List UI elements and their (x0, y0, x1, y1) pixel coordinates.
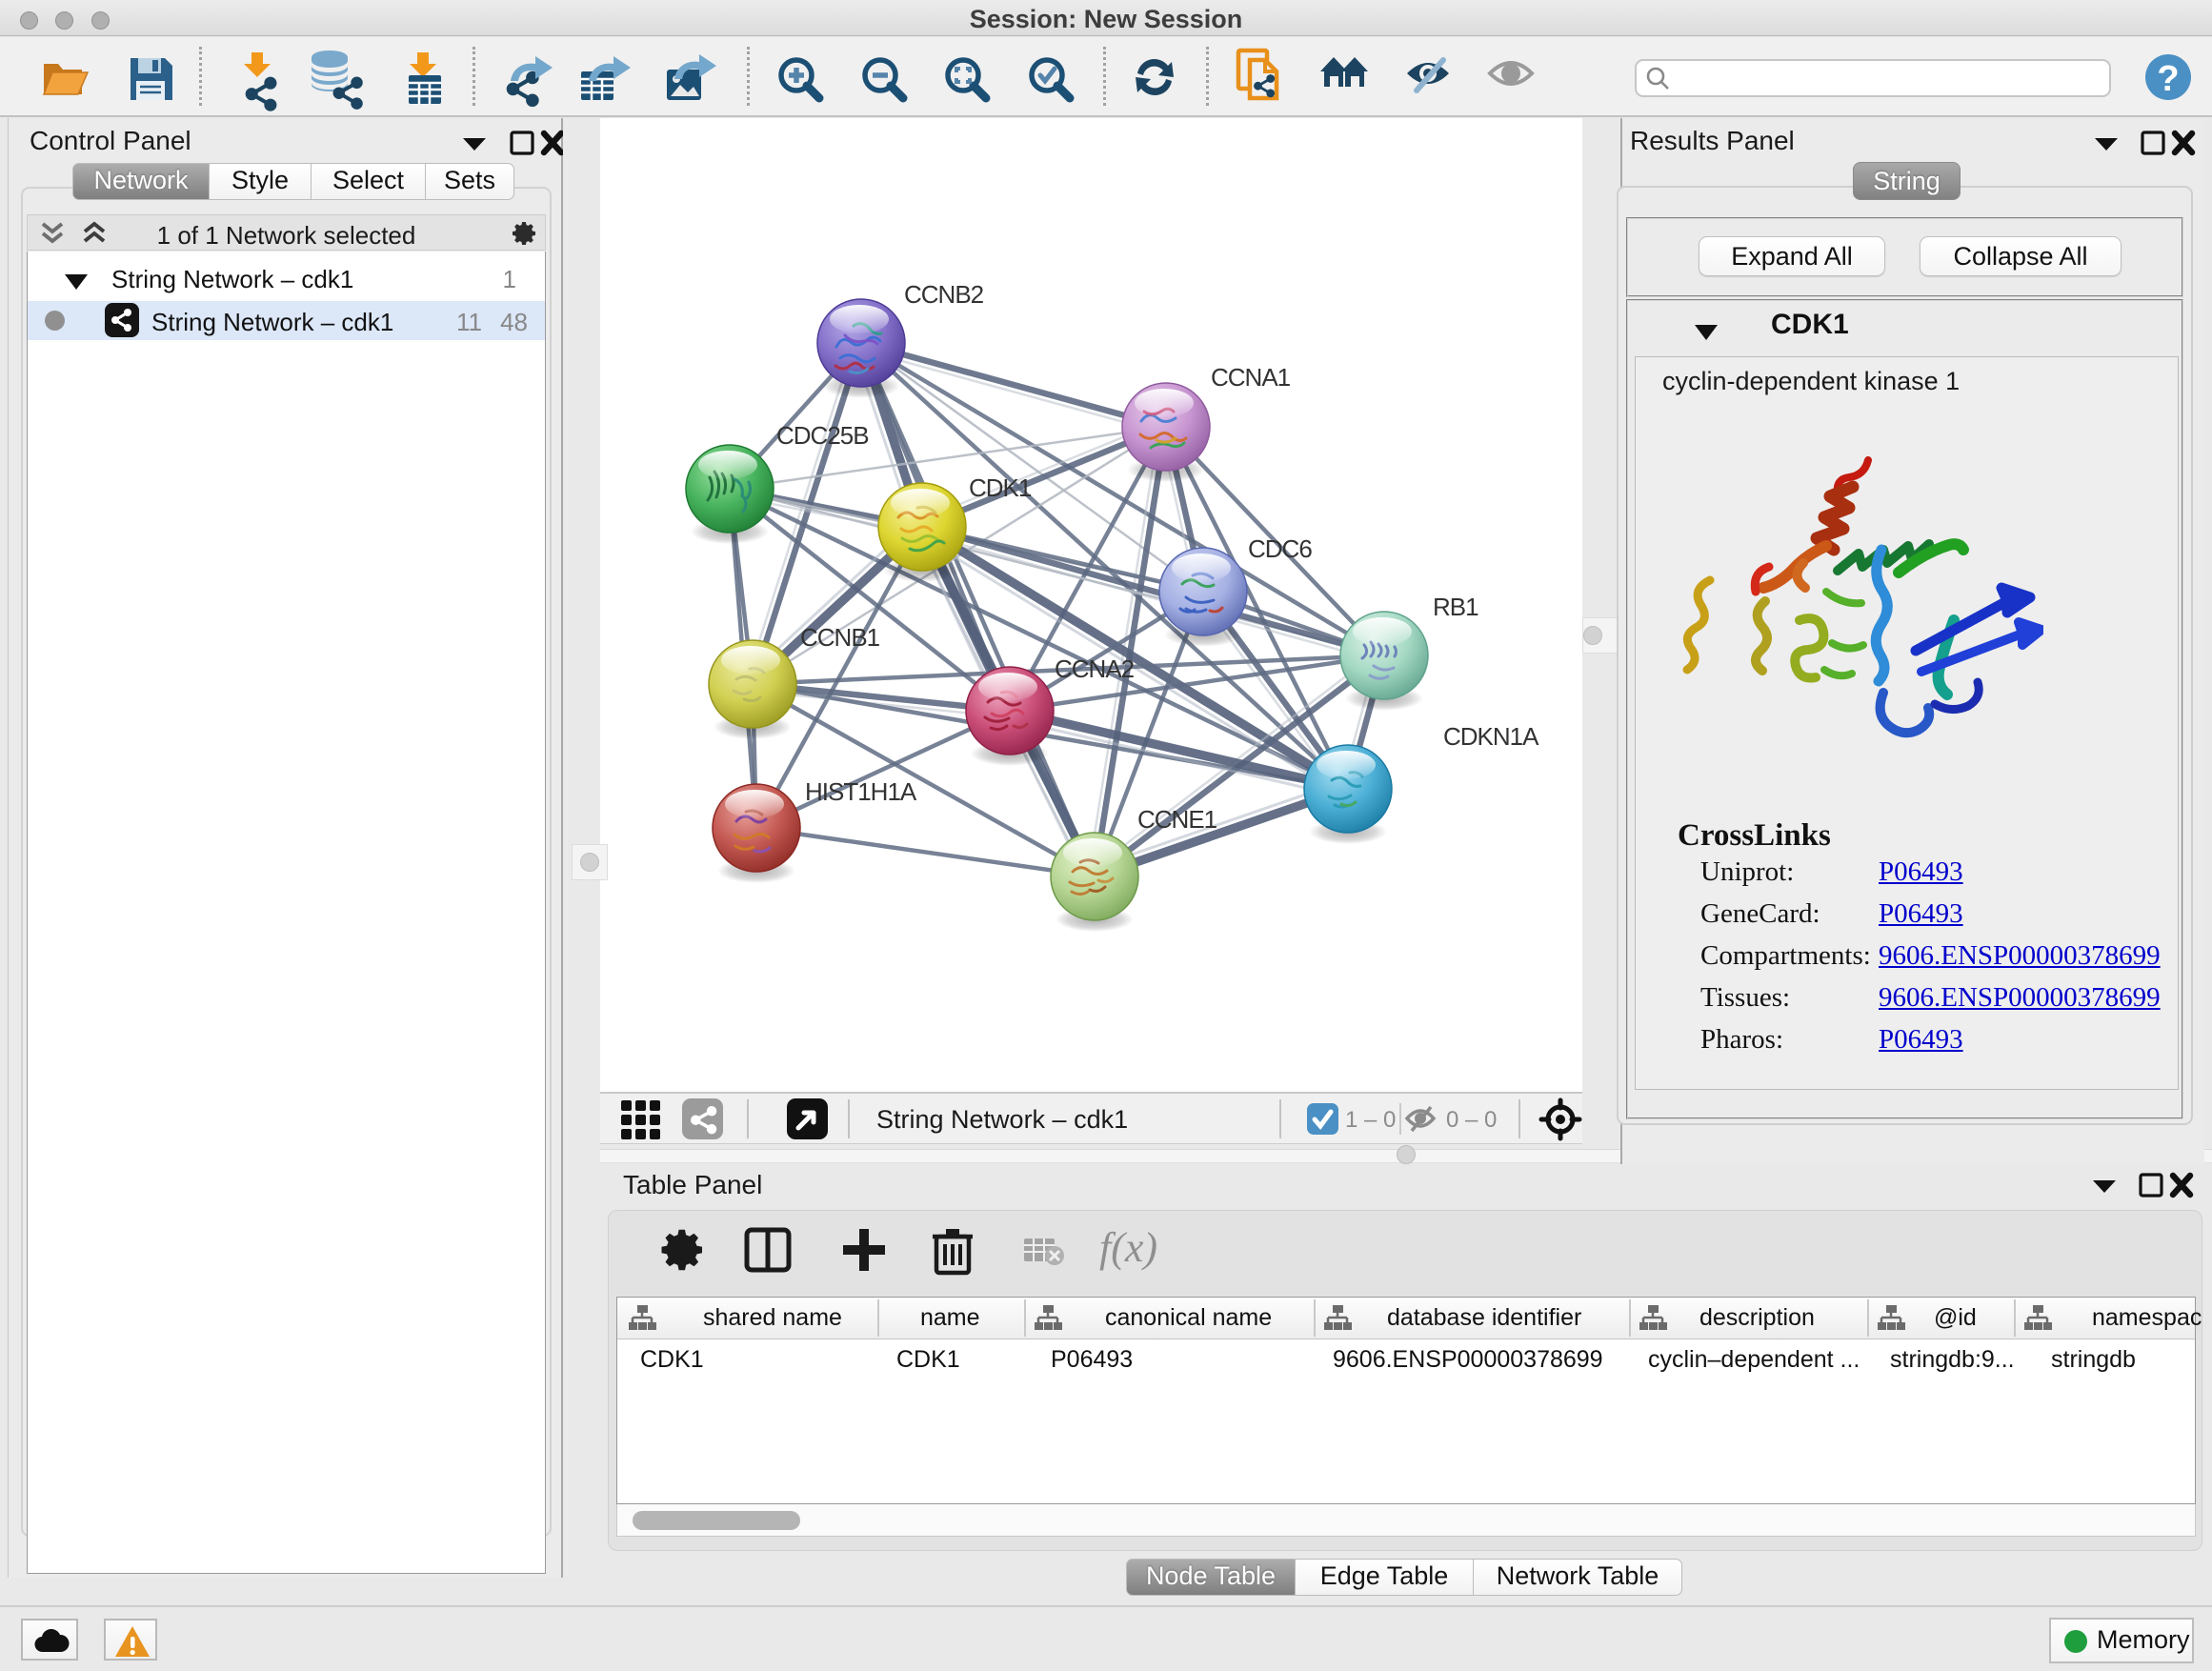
svg-text:CDC25B: CDC25B (776, 421, 869, 450)
svg-text:RB1: RB1 (1433, 593, 1478, 621)
svg-text:CDKN1A: CDKN1A (1443, 722, 1539, 751)
svg-text:HIST1H1A: HIST1H1A (805, 777, 917, 806)
svg-text:CCNA2: CCNA2 (1055, 654, 1135, 683)
svg-text:1 – 0: 1 – 0 (1345, 1107, 1396, 1133)
svg-text:CCNB1: CCNB1 (800, 623, 880, 652)
svg-text:0 – 0: 0 – 0 (1446, 1107, 1497, 1133)
svg-text:CCNB2: CCNB2 (904, 280, 984, 309)
svg-text:?: ? (2157, 59, 2179, 99)
svg-text:String Network – cdk1: String Network – cdk1 (876, 1105, 1128, 1134)
svg-text:CCNA1: CCNA1 (1211, 363, 1291, 392)
svg-text:CDK1: CDK1 (969, 473, 1032, 502)
svg-text:CCNE1: CCNE1 (1137, 805, 1217, 834)
svg-text:CDC6: CDC6 (1248, 534, 1312, 563)
svg-text:f(x): f(x) (1099, 1224, 1157, 1271)
